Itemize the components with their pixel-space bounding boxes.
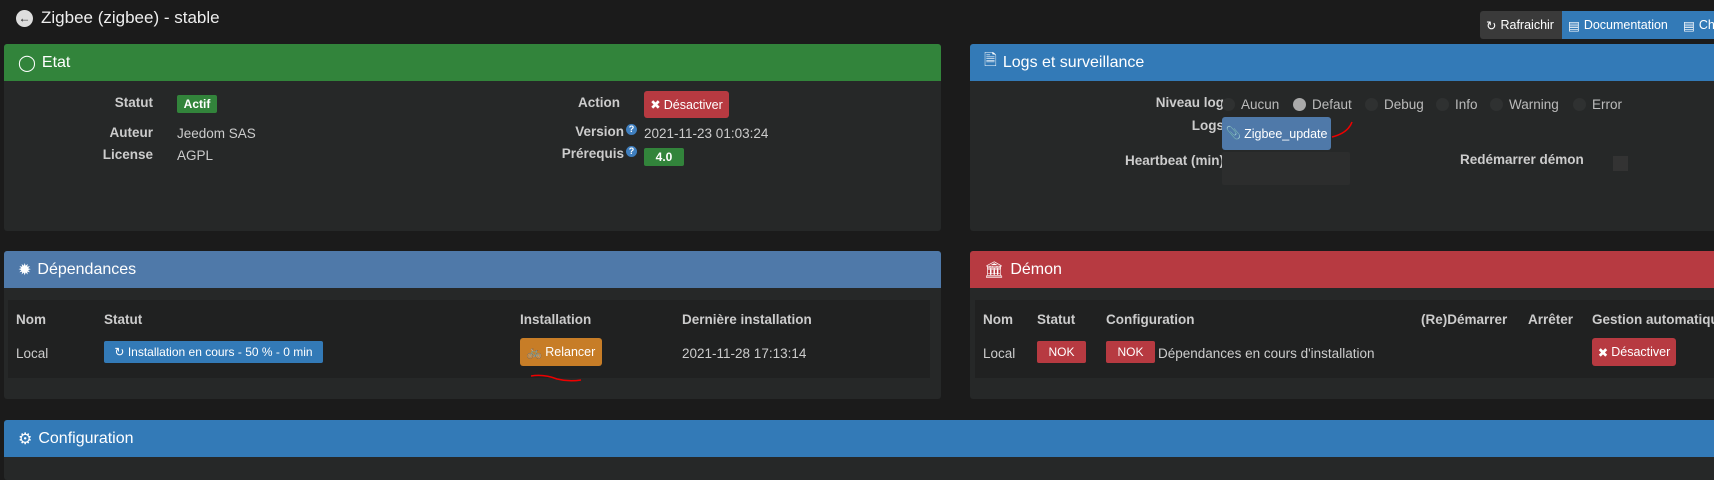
annotation-mark	[530, 374, 582, 382]
demon-heading: 🏛 Démon	[970, 251, 1714, 288]
config-text: Dépendances en cours d'installation	[1158, 346, 1375, 361]
version-label: Version?	[575, 124, 637, 139]
col-installation: Installation	[520, 312, 592, 327]
refresh-button[interactable]: ↻ Rafraichir	[1480, 11, 1562, 39]
col-arreter: Arrêter	[1528, 312, 1574, 327]
dep-nom: Local	[16, 346, 49, 361]
license-label: License	[102, 147, 153, 162]
help-icon[interactable]: ?	[626, 124, 637, 135]
changelog-button[interactable]: ▤Cha	[1677, 11, 1714, 39]
statut-badge: Actif	[177, 95, 217, 113]
restart-daemon-label: Redémarrer démon	[1460, 152, 1584, 167]
radio-error[interactable]: Error	[1573, 97, 1622, 112]
action-label: Action	[578, 95, 620, 110]
col-statut: Statut	[104, 312, 143, 327]
dependances-table: Nom Statut Installation Dernière install…	[8, 300, 930, 378]
radio-info[interactable]: Info	[1436, 97, 1478, 112]
dep-last-install: 2021-11-28 17:13:14	[682, 346, 807, 361]
radio-circle	[1573, 98, 1586, 111]
relancer-button[interactable]: 🚲 Relancer	[520, 338, 602, 366]
col-gestion-automatique: Gestion automatiqu	[1592, 312, 1714, 327]
radio-warning[interactable]: Warning	[1490, 97, 1559, 112]
dependances-heading: ✹ Dépendances	[4, 251, 941, 288]
bank-icon: 🏛	[984, 261, 1005, 279]
col-derniere-installation: Dernière installation	[682, 312, 812, 327]
cogs-icon: ⚙	[18, 430, 33, 448]
radio-circle	[1365, 98, 1378, 111]
demon-nom: Local	[983, 346, 1016, 361]
cog-icon: ✹	[18, 261, 32, 279]
logs-label: Logs	[1191, 118, 1224, 133]
col-redemarrer: (Re)Démarrer	[1421, 312, 1508, 327]
col-nom: Nom	[983, 312, 1013, 327]
auto-desactiver-button[interactable]: ✖ Désactiver	[1592, 338, 1676, 366]
close-icon: ✖	[1597, 345, 1609, 360]
logs-panel: 🗎 Logs et surveillance Niveau log Aucun D…	[970, 44, 1714, 231]
page-title-bar: ← Zigbee (zigbee) - stable	[16, 8, 220, 28]
bicycle-icon: 🚲	[526, 344, 543, 359]
license-value: AGPL	[177, 148, 214, 163]
help-icon[interactable]: ?	[626, 146, 637, 157]
desactiver-button[interactable]: ✖ Désactiver	[644, 91, 729, 118]
niveau-log-label: Niveau log	[1155, 95, 1224, 110]
prerequis-badge: 4.0	[644, 148, 684, 166]
power-icon: ◯	[18, 54, 36, 72]
col-nom: Nom	[16, 312, 46, 327]
demon-status-badge: NOK	[1037, 341, 1086, 363]
radio-circle	[1222, 98, 1235, 111]
auteur-value: Jeedom SAS	[177, 126, 256, 141]
statut-label: Statut	[114, 95, 153, 110]
version-value: 2021-11-23 01:03:24	[644, 126, 769, 141]
annotation-mark	[1331, 121, 1353, 138]
heartbeat-label: Heartbeat (min)	[1124, 153, 1224, 168]
etat-heading: ◯ Etat	[4, 44, 941, 81]
spinner-icon: ↻	[114, 345, 128, 359]
documentation-button[interactable]: ▤ Documentation	[1562, 11, 1677, 39]
heartbeat-input[interactable]	[1222, 152, 1350, 185]
configuration-heading: ⚙ Configuration	[4, 420, 1714, 457]
demon-table: Nom Statut Configuration (Re)Démarrer Ar…	[975, 300, 1714, 378]
prerequis-label: Prérequis?	[562, 146, 637, 161]
restart-daemon-checkbox[interactable]	[1613, 156, 1628, 171]
file-icon: 🗎	[984, 52, 997, 69]
col-statut: Statut	[1037, 312, 1076, 327]
back-icon[interactable]: ←	[16, 9, 33, 27]
radio-circle	[1436, 98, 1449, 111]
radio-circle	[1490, 98, 1503, 111]
radio-circle	[1293, 98, 1306, 111]
close-icon: ✖	[650, 98, 661, 112]
book-icon: ▤	[1568, 18, 1580, 33]
radio-defaut[interactable]: Defaut	[1293, 97, 1352, 112]
zigbee-update-log-button[interactable]: 📎 Zigbee_update	[1222, 117, 1331, 150]
refresh-icon: ↻	[1486, 18, 1497, 33]
configuration-panel: ⚙ Configuration	[4, 420, 1714, 480]
radio-debug[interactable]: Debug	[1365, 97, 1424, 112]
book-icon: ▤	[1683, 18, 1695, 33]
logs-heading: 🗎 Logs et surveillance	[970, 44, 1714, 81]
page-title: Zigbee (zigbee) - stable	[41, 8, 220, 27]
config-status-badge: NOK	[1106, 341, 1155, 363]
dep-status-badge: ↻ Installation en cours - 50 % - 0 min	[104, 341, 323, 363]
demon-panel: 🏛 Démon Nom Statut Configuration (Re)Déma…	[970, 251, 1714, 399]
col-configuration: Configuration	[1106, 312, 1195, 327]
radio-aucun[interactable]: Aucun	[1222, 97, 1279, 112]
paperclip-icon: 📎	[1225, 126, 1242, 140]
auteur-label: Auteur	[109, 125, 154, 140]
etat-panel: ◯ Etat Statut Actif Auteur Jeedom SAS Lic…	[4, 44, 941, 231]
dependances-panel: ✹ Dépendances Nom Statut Installation Der…	[4, 251, 941, 399]
